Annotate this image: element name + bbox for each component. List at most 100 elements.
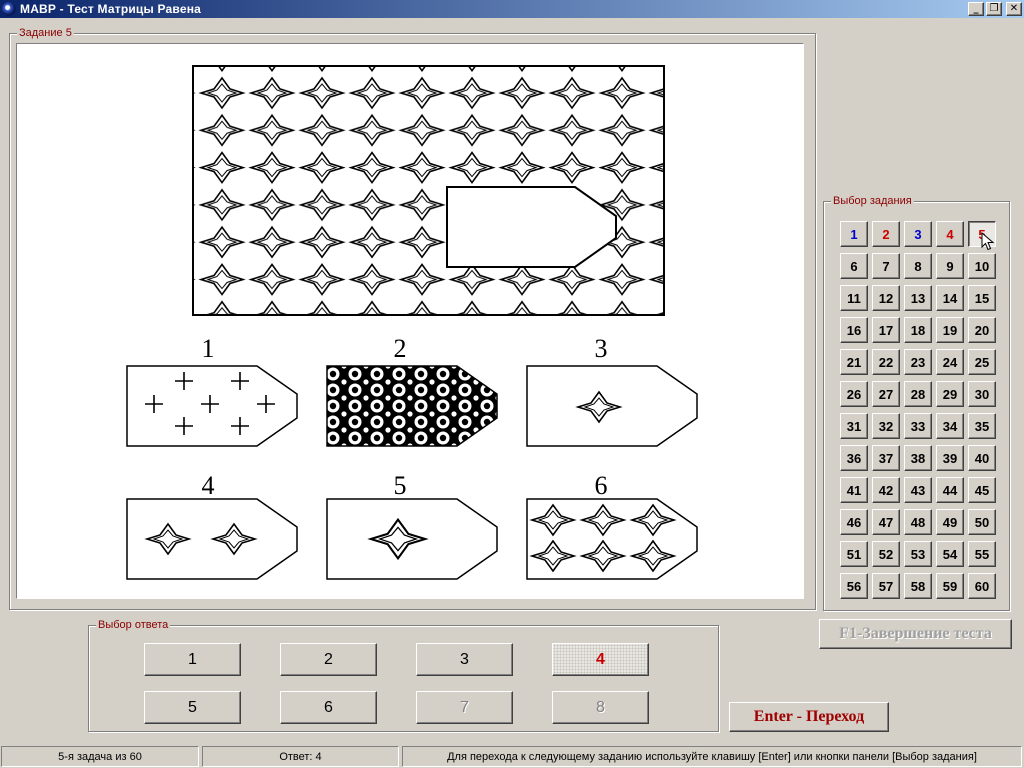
task-button[interactable]: 19 — [936, 317, 964, 343]
option-3-piece[interactable] — [526, 365, 698, 447]
option-number: 3 — [595, 334, 608, 363]
status-bar: 5-я задача из 60 Ответ: 4 Для перехода к… — [0, 745, 1024, 768]
finish-test-button[interactable]: F1-Завершение теста — [819, 619, 1012, 649]
task-button[interactable]: 16 — [840, 317, 868, 343]
mouse-cursor-icon — [981, 232, 995, 251]
task-button[interactable]: 4 — [936, 221, 964, 247]
task-button[interactable]: 1 — [840, 221, 868, 247]
answer-button[interactable]: 7 — [416, 691, 513, 724]
task-button[interactable]: 22 — [872, 349, 900, 375]
task-button[interactable]: 45 — [968, 477, 996, 503]
option-number: 4 — [202, 471, 215, 500]
minimize-icon[interactable]: _ — [968, 2, 984, 16]
task-panel-legend: Задание 5 — [17, 27, 74, 40]
option-5-piece[interactable] — [326, 498, 498, 580]
task-button[interactable]: 21 — [840, 349, 868, 375]
task-canvas: 1 2 3 4 5 6 — [16, 43, 804, 599]
task-button[interactable]: 35 — [968, 413, 996, 439]
task-button[interactable]: 42 — [872, 477, 900, 503]
task-button[interactable]: 27 — [872, 381, 900, 407]
task-button[interactable]: 52 — [872, 541, 900, 567]
task-button[interactable]: 2 — [872, 221, 900, 247]
enter-next-button[interactable]: Enter - Переход — [729, 702, 889, 732]
answer-button[interactable]: 8 — [552, 691, 649, 724]
task-button[interactable]: 54 — [936, 541, 964, 567]
option-number: 2 — [394, 334, 407, 363]
task-button[interactable]: 46 — [840, 509, 868, 535]
option-number: 6 — [595, 471, 608, 500]
task-button[interactable]: 43 — [904, 477, 932, 503]
task-button[interactable]: 9 — [936, 253, 964, 279]
task-button[interactable]: 60 — [968, 573, 996, 599]
task-select-panel: Выбор задания 12345678910111213141516171… — [823, 195, 1010, 611]
task-button[interactable]: 34 — [936, 413, 964, 439]
task-button[interactable]: 32 — [872, 413, 900, 439]
title-bar: МАВР - Тест Матрицы Равена _ ❐ ✕ — [0, 0, 1024, 18]
task-button[interactable]: 8 — [904, 253, 932, 279]
task-button[interactable]: 58 — [904, 573, 932, 599]
task-button[interactable]: 30 — [968, 381, 996, 407]
task-button[interactable]: 17 — [872, 317, 900, 343]
option-1-piece[interactable] — [126, 365, 298, 447]
answer-button[interactable]: 4 — [552, 643, 649, 676]
status-answer: Ответ: 4 — [202, 746, 399, 767]
task-button[interactable]: 37 — [872, 445, 900, 471]
task-button[interactable]: 18 — [904, 317, 932, 343]
task-button[interactable]: 39 — [936, 445, 964, 471]
task-button[interactable]: 20 — [968, 317, 996, 343]
answer-button[interactable]: 6 — [280, 691, 377, 724]
task-button[interactable]: 15 — [968, 285, 996, 311]
matrix-missing-piece — [446, 186, 617, 268]
task-button[interactable]: 13 — [904, 285, 932, 311]
option-6-piece[interactable] — [526, 498, 698, 580]
answer-button[interactable]: 2 — [280, 643, 377, 676]
task-button[interactable]: 44 — [936, 477, 964, 503]
task-button[interactable]: 14 — [936, 285, 964, 311]
task-select-legend: Выбор задания — [831, 195, 914, 208]
task-button[interactable]: 47 — [872, 509, 900, 535]
task-button[interactable]: 24 — [936, 349, 964, 375]
task-button[interactable]: 29 — [936, 381, 964, 407]
answer-panel: Выбор ответа 1 2 3 4 5 6 7 8 — [88, 619, 719, 732]
close-icon[interactable]: ✕ — [1006, 2, 1022, 16]
task-button[interactable]: 48 — [904, 509, 932, 535]
task-button[interactable]: 59 — [936, 573, 964, 599]
status-hint: Для перехода к следующему заданию исполь… — [402, 746, 1022, 767]
task-button[interactable]: 40 — [968, 445, 996, 471]
task-button[interactable]: 55 — [968, 541, 996, 567]
task-button[interactable]: 25 — [968, 349, 996, 375]
task-button[interactable]: 23 — [904, 349, 932, 375]
task-button[interactable]: 57 — [872, 573, 900, 599]
option-number: 5 — [394, 471, 407, 500]
task-button[interactable]: 53 — [904, 541, 932, 567]
answer-button[interactable]: 1 — [144, 643, 241, 676]
task-button[interactable]: 12 — [872, 285, 900, 311]
answer-button[interactable]: 5 — [144, 691, 241, 724]
option-4-piece[interactable] — [126, 498, 298, 580]
task-button[interactable]: 11 — [840, 285, 868, 311]
answer-panel-legend: Выбор ответа — [96, 619, 171, 632]
task-button[interactable]: 10 — [968, 253, 996, 279]
answer-button[interactable]: 3 — [416, 643, 513, 676]
task-button[interactable]: 36 — [840, 445, 868, 471]
task-button[interactable]: 49 — [936, 509, 964, 535]
task-button[interactable]: 41 — [840, 477, 868, 503]
task-button[interactable]: 33 — [904, 413, 932, 439]
option-2-piece[interactable] — [326, 365, 498, 447]
restore-icon[interactable]: ❐ — [986, 2, 1002, 16]
task-button[interactable]: 38 — [904, 445, 932, 471]
task-button[interactable]: 3 — [904, 221, 932, 247]
task-button[interactable]: 51 — [840, 541, 868, 567]
task-button[interactable]: 56 — [840, 573, 868, 599]
matrix-pattern — [193, 66, 664, 315]
option-number: 1 — [202, 334, 215, 363]
window-title: МАВР - Тест Матрицы Равена — [20, 2, 202, 16]
task-button[interactable]: 6 — [840, 253, 868, 279]
task-button[interactable]: 7 — [872, 253, 900, 279]
app-icon[interactable] — [2, 2, 16, 16]
task-button[interactable]: 26 — [840, 381, 868, 407]
task-button[interactable]: 31 — [840, 413, 868, 439]
task-button[interactable]: 50 — [968, 509, 996, 535]
task-button[interactable]: 28 — [904, 381, 932, 407]
puzzle-figure: 1 2 3 4 5 6 — [126, 65, 698, 580]
